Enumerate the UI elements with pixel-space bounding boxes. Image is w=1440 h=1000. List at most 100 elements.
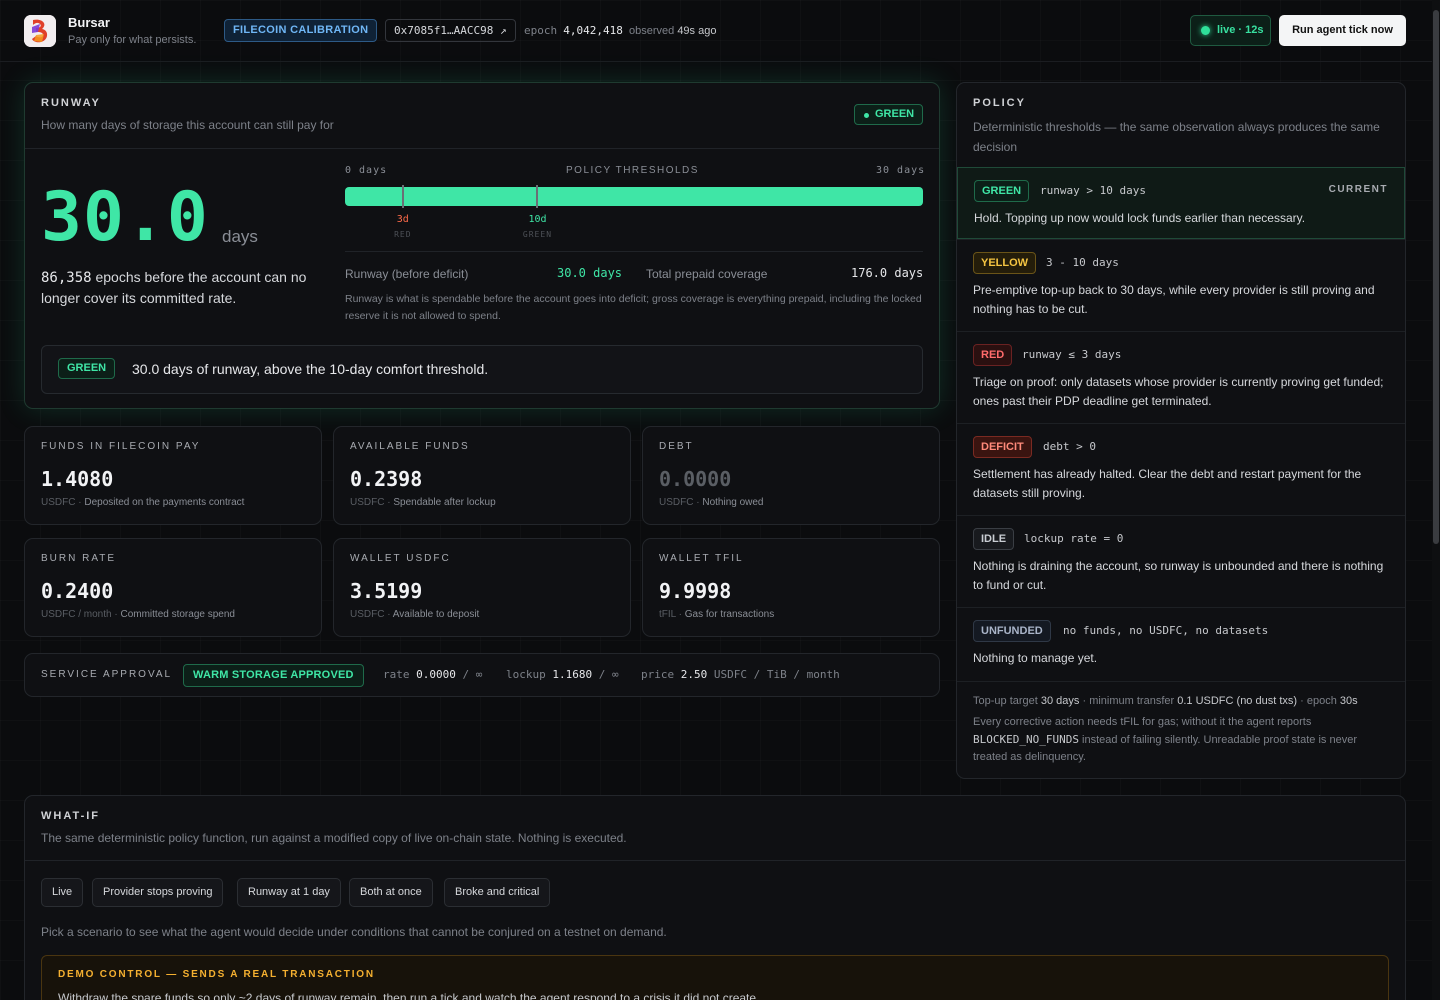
metric-note: Deposited on the payments contract [84,497,245,508]
metric-unit: USDFC / month [41,609,112,620]
runway-note: Runway is what is spendable before the a… [345,293,922,322]
policy-rule-unfunded: UNFUNDED no funds, no USDFC, no datasets… [957,607,1405,681]
live-label: live · 12s [1217,24,1264,36]
rule-condition: runway ≤ 3 days [1022,348,1122,361]
runway-days-unit: days [222,227,258,246]
total-coverage-label: Total prepaid coverage [646,267,768,281]
threshold-green-value: 10d [528,214,547,225]
service-approval-card: SERVICE APPROVAL WARM STORAGE APPROVED r… [24,653,940,697]
rule-badge: UNFUNDED [973,620,1051,642]
scenario-button-live[interactable]: Live [41,878,84,907]
threshold-green-name: GREEN [522,230,553,239]
metric-label: DEBT [659,441,694,452]
rule-badge: YELLOW [973,252,1037,274]
epoch-info: epoch 4,042,418 observed 49s ago [524,24,716,37]
divider [957,681,1405,682]
metric-value: 9.9998 [659,579,732,603]
metric-note: Nothing owed [702,497,764,508]
rate-suffix: / ∞ [455,668,483,681]
service-lockup: lockup 1.1680 / ∞ [506,668,619,681]
page-scrollbar-thumb[interactable] [1433,10,1439,544]
price-label: price [641,668,675,681]
policy-rule-yellow: YELLOW 3 - 10 days Pre-emptive top-up ba… [957,239,1405,331]
metric-unit: USDFC [659,497,694,508]
metric-burn-rate: BURN RATE 0.2400 USDFC / month · Committ… [24,538,322,637]
what-if-card: WHAT-IF The same deterministic policy fu… [24,795,1406,1000]
metric-available-funds: AVAILABLE FUNDS 0.2398 USDFC · Spendable… [333,426,631,525]
service-approval-title: SERVICE APPROVAL [41,669,173,680]
top-up-target-label: Top-up target [973,695,1038,707]
metric-unit: USDFC [350,609,385,620]
scenario-button-both-at-once[interactable]: Both at once [349,878,433,907]
rule-description: Nothing to manage yet. [973,651,1098,665]
scenario-button-runway-1-day[interactable]: Runway at 1 day [237,878,341,907]
bar-max-label: 30 days [876,165,926,176]
metric-note: Spendable after lockup [393,497,496,508]
rule-badge: DEFICIT [973,436,1032,458]
threshold-tick-green [536,185,539,208]
metric-value: 1.4080 [41,467,114,491]
runway-subtitle: How many days of storage this account ca… [41,118,334,132]
service-price: price 2.50 USDFC / TiB / month [641,668,840,681]
threshold-red-name: RED [394,230,412,239]
epoch-label: epoch [524,24,558,37]
runway-card: RUNWAY How many days of storage this acc… [24,82,940,409]
account-address-link[interactable]: 0x7085f1…AACC98 ↗ [385,19,516,42]
rule-description: Hold. Topping up now would lock funds ea… [974,211,1306,225]
runway-bar-fill [345,187,923,206]
rule-condition: no funds, no USDFC, no datasets [1063,624,1269,637]
divider [345,251,923,252]
scenario-button-provider-stops-proving[interactable]: Provider stops proving [92,878,224,907]
service-rate: rate 0.0000 / ∞ [383,668,482,681]
observed-label: observed [628,25,675,37]
metric-label: AVAILABLE FUNDS [350,441,470,452]
policy-rule-red: RED runway ≤ 3 days Triage on proof: onl… [957,331,1405,423]
price-value: 2.50 [680,668,708,681]
metric-value: 0.0000 [659,467,732,491]
policy-rule-deficit: DEFICIT debt > 0 Settlement has already … [957,423,1405,515]
metric-value: 0.2400 [41,579,114,603]
policy-card: POLICY Deterministic thresholds — the sa… [956,82,1406,779]
rule-badge: RED [973,344,1013,366]
runway-status-badge: GREEN [854,104,924,125]
lockup-suffix: / ∞ [592,668,619,681]
metric-wallet-tfil: WALLET TFIL 9.9998 tFIL · Gas for transa… [642,538,940,637]
rule-condition: debt > 0 [1043,440,1096,453]
policy-subtitle: Deterministic thresholds — the same obse… [973,120,1380,154]
threshold-tick-red [401,185,404,208]
lockup-label: lockup [506,668,546,681]
bar-center-label: POLICY THRESHOLDS [566,165,699,176]
rate-label: rate [383,668,410,681]
rate-value: 0.0000 [416,668,456,681]
what-if-subtitle: The same deterministic policy function, … [41,831,627,845]
observed-ago: 49s ago [677,25,717,37]
runway-before-deficit-label: Runway (before deficit) [345,267,469,281]
live-indicator: live · 12s [1190,15,1271,46]
total-coverage-value: 176.0 days [851,266,924,280]
divider [25,860,1405,861]
bar-min-label: 0 days [345,165,388,176]
scenario-button-broke-and-critical[interactable]: Broke and critical [444,878,551,907]
epoch-value: 4,042,418 [563,24,623,37]
rule-badge: IDLE [973,528,1015,550]
metric-note: Gas for transactions [684,609,775,620]
rule-condition: lockup rate = 0 [1024,532,1124,545]
metric-label: BURN RATE [41,553,117,564]
policy-title: POLICY [973,97,1026,109]
runway-before-deficit-value: 30.0 days [557,266,623,280]
metric-label: FUNDS IN FILECOIN PAY [41,441,201,452]
brand-tagline: Pay only for what persists. [68,34,197,46]
rule-description: Pre-emptive top-up back to 30 days, whil… [973,283,1375,316]
metric-note: Committed storage spend [120,609,235,620]
what-if-title: WHAT-IF [41,810,101,822]
lockup-value: 1.1680 [552,668,593,681]
current-rule-label: CURRENT [1328,184,1388,195]
metric-value: 3.5199 [350,579,423,603]
epochs-remaining: 86,358 epochs before the account can no … [41,267,331,308]
epochs-value: 86,358 [41,270,92,286]
rule-condition: runway > 10 days [1040,184,1146,197]
scenario-hint: Pick a scenario to see what the agent wo… [41,925,667,939]
rule-description: Settlement has already halted. Clear the… [973,467,1362,500]
run-agent-tick-button[interactable]: Run agent tick now [1279,15,1406,46]
metric-label: WALLET USDFC [350,553,451,564]
